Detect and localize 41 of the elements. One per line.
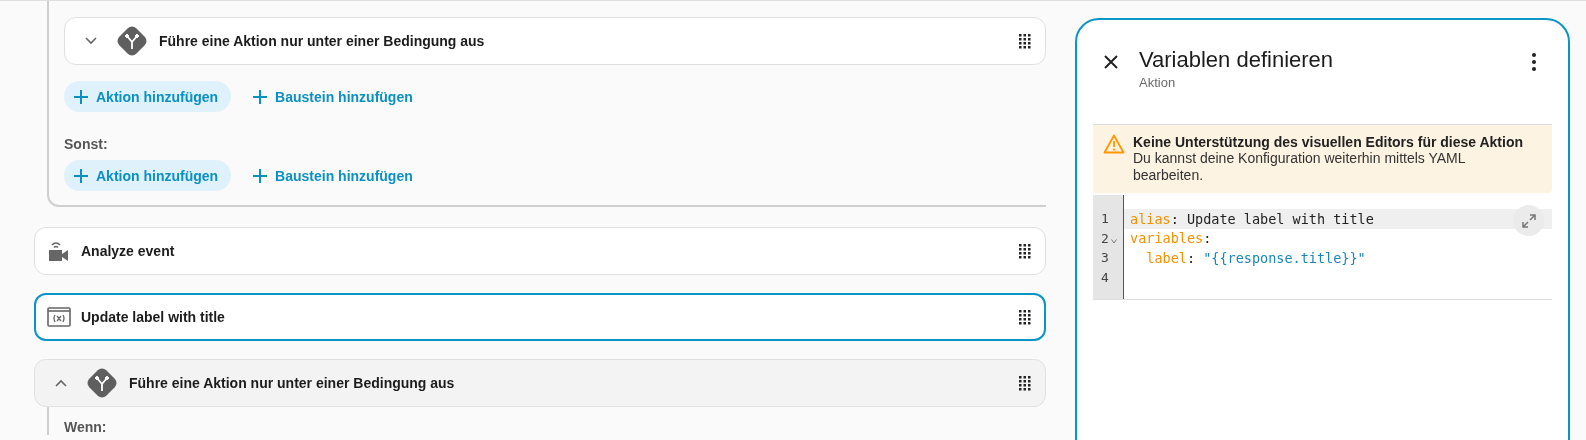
panel-subtitle: Aktion <box>1139 75 1177 90</box>
code-token: : <box>1203 230 1212 247</box>
line-number: 4 <box>1101 269 1109 285</box>
plus-icon <box>253 168 268 183</box>
action-card[interactable]: Update label with title <box>34 293 1046 341</box>
alert-text: Du kannst deine Konfiguration weiterhin mittels YAML bearbeiten. <box>1133 150 1467 184</box>
code-editor[interactable]: 1 2 3 4 alias: Update label with title variables: label: "{{response.title}}" <box>1093 195 1552 300</box>
plus-icon <box>253 89 268 104</box>
drag-handle-icon[interactable] <box>1019 375 1031 391</box>
action-title: Führe eine Aktion nur unter einer Bedingung aus <box>129 375 456 391</box>
action-card[interactable]: Analyze event <box>34 227 1046 275</box>
panel-title: Variablen definieren <box>1139 47 1335 73</box>
drag-handle-icon[interactable] <box>1019 243 1031 259</box>
chevron-icon[interactable] <box>55 379 67 387</box>
action-card[interactable]: Führe eine Aktion nur unter einer Bedingung aus <box>34 359 1046 407</box>
plus-icon <box>74 168 88 183</box>
action-title: Führe eine Aktion nur unter einer Bedingung aus <box>159 33 486 49</box>
chevron-icon[interactable] <box>85 37 97 45</box>
warning-icon <box>1103 134 1125 154</box>
line-number: 1 <box>1101 211 1109 227</box>
fold-caret-icon[interactable] <box>1110 238 1117 244</box>
action-title: Update label with title <box>81 309 226 325</box>
section-label: Sonst: <box>64 136 109 152</box>
drag-handle-icon[interactable] <box>1019 309 1031 325</box>
line-number: 3 <box>1101 250 1109 266</box>
section-label: Wenn: <box>64 419 108 435</box>
code-token: alias <box>1130 210 1171 227</box>
action-card[interactable]: Führe eine Aktion nur unter einer Bedingung aus <box>64 17 1046 65</box>
alert-title: Keine Unterstützung des visuellen Editors für diese Aktion <box>1133 134 1523 150</box>
camera-signal-icon <box>47 239 71 263</box>
code-token: : Update label with title <box>1170 210 1374 227</box>
code-token: variables <box>1130 230 1204 247</box>
line-number: 2 <box>1101 230 1109 246</box>
action-title: Analyze event <box>81 243 176 259</box>
code-token: : <box>1186 249 1197 266</box>
code-token: label <box>1145 249 1187 266</box>
variable-box-icon <box>47 307 71 327</box>
drag-handle-icon[interactable] <box>1019 33 1031 49</box>
code-token: "{{response.title}}" <box>1203 249 1366 266</box>
plus-icon <box>74 89 88 104</box>
expand-icon[interactable] <box>1513 205 1544 236</box>
